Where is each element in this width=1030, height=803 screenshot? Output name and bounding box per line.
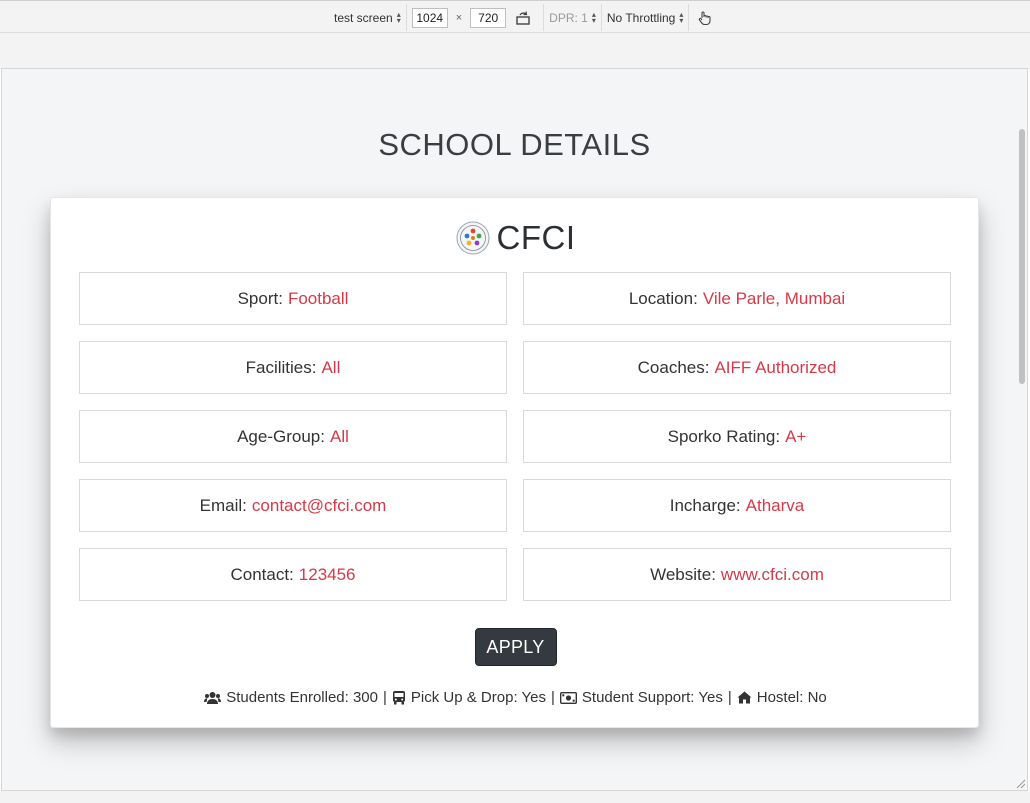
separator: |: [550, 689, 555, 706]
select-arrows-icon: ▴ ▾: [396, 9, 401, 25]
detail-label: Contact:: [230, 564, 294, 584]
school-header: CFCI: [51, 219, 980, 257]
users-icon: [204, 691, 222, 704]
detail-label: Sporko Rating:: [667, 426, 781, 446]
detail-label: Website:: [650, 564, 716, 584]
stat-support-text: Student Support: Yes: [581, 689, 723, 706]
device-toolbar: test screen ▴ ▾ 1024 × 720 DPR: 1 ▴ ▾ No T…: [0, 0, 1030, 33]
school-name: CFCI: [496, 219, 576, 256]
stat-students-text: Students Enrolled: 300: [226, 689, 378, 706]
stat-support: Student Support: Yes: [559, 689, 723, 706]
website-link[interactable]: www.cfci.com: [721, 565, 824, 585]
detail-facilities: Facilities: All: [79, 341, 507, 394]
separator: |: [383, 689, 387, 706]
separator: |: [727, 689, 732, 706]
detail-label: Sport:: [237, 288, 283, 308]
detail-age-group: Age-Group: All: [79, 410, 507, 463]
detail-label: Facilities:: [245, 357, 317, 377]
email-link[interactable]: contact@cfci.com: [252, 496, 386, 516]
bus-icon: [392, 691, 405, 705]
hand-pointer-icon: [699, 10, 711, 25]
detail-value: All: [321, 357, 341, 377]
throttling-select[interactable]: No Throttling ▴ ▾: [602, 4, 690, 31]
throttling-select-label: No Throttling: [606, 10, 676, 25]
school-card: CFCI Sport: Football Location: Vile Parl…: [50, 197, 979, 728]
detail-value: Vile Parle, Mumbai: [702, 288, 846, 308]
dimension-times: ×: [455, 11, 463, 24]
detail-label: Location:: [628, 288, 698, 308]
school-stats: Students Enrolled: 300 | Pick Up & Drop:…: [51, 689, 980, 706]
details-grid: Sport: Football Location: Vile Parle, Mu…: [79, 272, 952, 601]
emulated-viewport: SCHOOL DETAILS CFCI Sport: Football Loca…: [1, 68, 1028, 791]
width-input[interactable]: 1024: [411, 7, 448, 28]
detail-incharge: Incharge: Atharva: [523, 479, 951, 532]
rotate-icon: [516, 10, 530, 25]
detail-contact: Contact: 123456: [79, 548, 507, 601]
stat-students: Students Enrolled: 300: [204, 689, 378, 706]
money-bill-icon: [559, 691, 577, 704]
dpr-select[interactable]: DPR: 1 ▴ ▾: [544, 4, 602, 31]
rotate-button[interactable]: [508, 4, 538, 31]
apply-button[interactable]: APPLY: [474, 628, 557, 666]
detail-label: Incharge:: [669, 495, 741, 515]
select-arrows-icon: ▴ ▾: [591, 9, 596, 25]
touch-toggle-button[interactable]: [689, 4, 719, 31]
detail-value: AIFF Authorized: [714, 357, 837, 377]
height-input[interactable]: 720: [470, 7, 507, 28]
page-title: SCHOOL DETAILS: [378, 127, 651, 162]
detail-rating: Sporko Rating: A+: [523, 410, 951, 463]
viewport-bottom-gap: [0, 791, 1030, 803]
toolbar-spacer: [0, 33, 1030, 69]
stat-pickup: Pick Up & Drop: Yes: [392, 689, 546, 706]
device-select-label: test screen: [334, 10, 393, 25]
detail-sport: Sport: Football: [79, 272, 507, 325]
resize-grip-icon[interactable]: [1014, 777, 1026, 789]
detail-label: Coaches:: [637, 357, 710, 377]
detail-value: 123456: [298, 564, 356, 584]
scrollbar[interactable]: [1015, 69, 1027, 790]
detail-location: Location: Vile Parle, Mumbai: [523, 272, 951, 325]
stat-hostel-text: Hostel: No: [756, 689, 827, 706]
detail-value: Football: [287, 288, 349, 308]
stat-hostel: Hostel: No: [737, 689, 827, 706]
detail-coaches: Coaches: AIFF Authorized: [523, 341, 951, 394]
stat-pickup-text: Pick Up & Drop: Yes: [410, 689, 546, 706]
dpr-select-label: DPR: 1: [549, 10, 588, 25]
home-icon: [737, 691, 752, 704]
detail-value: All: [329, 426, 349, 446]
scrollbar-thumb[interactable]: [1019, 129, 1025, 384]
select-arrows-icon: ▴ ▾: [679, 9, 684, 25]
detail-value: Atharva: [745, 495, 805, 515]
school-crest-icon: [456, 221, 489, 255]
detail-website: Website: www.cfci.com: [523, 548, 951, 601]
detail-label: Age-Group:: [237, 426, 325, 446]
detail-label: Email:: [199, 495, 247, 515]
device-select[interactable]: test screen ▴ ▾: [329, 4, 407, 31]
detail-email: Email: contact@cfci.com: [79, 479, 507, 532]
detail-value: A+: [785, 426, 807, 446]
